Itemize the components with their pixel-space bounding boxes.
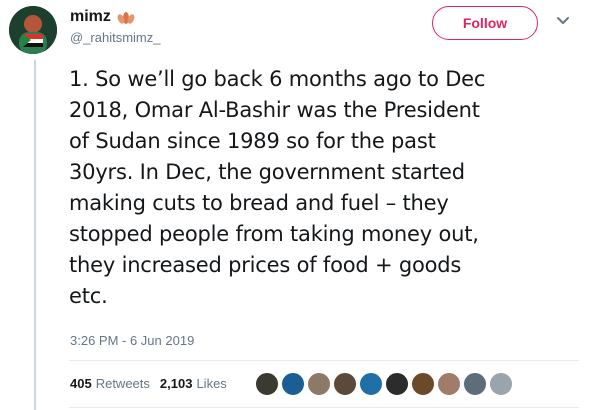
tweet-line: making cuts to bread and fuel – they [69,191,449,215]
profile-avatar-icon[interactable] [9,6,57,54]
liker-avatar[interactable] [411,372,435,396]
liker-avatar[interactable] [333,372,357,396]
divider [69,407,579,408]
liker-avatar[interactable] [489,372,513,396]
tweet-card: mimz @_rahitsmimz_ Follow 1. So we’ll go… [0,0,591,410]
tweet-line: stopped people from taking money out, [69,222,479,246]
liker-avatar[interactable] [281,372,305,396]
liker-avatar[interactable] [437,372,461,396]
thread-line [34,60,36,410]
liker-avatar[interactable] [385,372,409,396]
tweet-text: 1. So we’ll go back 6 months ago to Dec … [69,64,569,312]
divider [69,360,579,361]
tweet-line: 2018, Omar Al-Bashir was the President [69,98,480,122]
tweet-line: they increased prices of food + goods [69,253,462,277]
liker-avatar[interactable] [307,372,331,396]
liker-avatar[interactable] [255,372,279,396]
likers-avatars [255,372,515,396]
tweet-line: etc. [69,284,108,308]
chevron-down-icon[interactable] [556,16,570,26]
liker-avatar[interactable] [359,372,383,396]
tweet-line: 30yrs. In Dec, the government started [69,160,465,184]
lotus-emoji-icon [116,10,136,24]
user-handle[interactable]: @_rahitsmimz_ [70,30,161,45]
follow-button[interactable]: Follow [432,6,538,40]
retweet-count[interactable]: 405 [70,376,92,391]
tweet-line: 1. So we’ll go back 6 months ago to Dec [69,67,486,91]
tweet-line: of Sudan since 1989 so for the past [69,129,436,153]
like-label[interactable]: Likes [196,376,226,391]
tweet-timestamp[interactable]: 3:26 PM - 6 Jun 2019 [70,333,194,348]
display-name[interactable]: mimz [70,8,111,26]
tweet-stats: 405 Retweets 2,103 Likes [70,376,227,391]
retweet-label[interactable]: Retweets [96,376,150,391]
like-count[interactable]: 2,103 [160,376,193,391]
liker-avatar[interactable] [463,372,487,396]
